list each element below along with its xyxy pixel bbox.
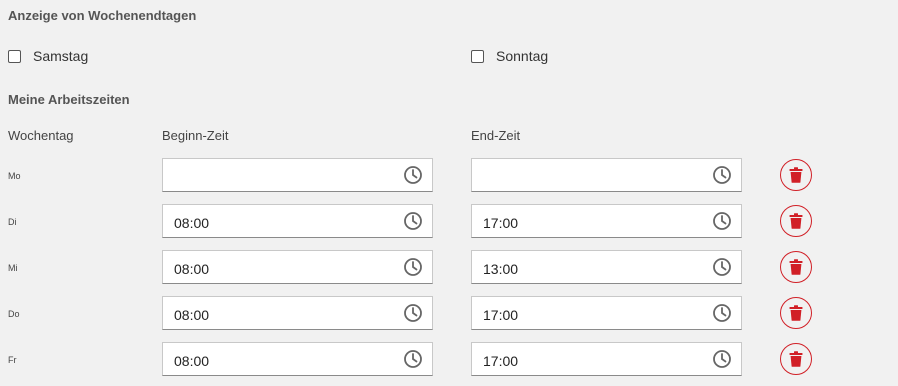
- end-time-value: 13:00: [483, 261, 519, 277]
- end-time-input[interactable]: 13:00: [471, 250, 742, 284]
- delete-row-button[interactable]: [780, 205, 812, 237]
- delete-row-button[interactable]: [780, 251, 812, 283]
- start-time-input[interactable]: 08:00: [162, 204, 433, 238]
- trash-icon: [789, 351, 803, 367]
- end-time-input[interactable]: [471, 158, 742, 192]
- clock-icon[interactable]: [712, 303, 732, 323]
- sunday-option[interactable]: Sonntag: [471, 48, 548, 64]
- weekday-label: Mo: [8, 171, 21, 181]
- saturday-option[interactable]: Samstag: [8, 48, 88, 64]
- start-time-input[interactable]: 08:00: [162, 342, 433, 376]
- day-row: Mo: [0, 158, 898, 192]
- weekday-column-header: Wochentag: [8, 128, 74, 143]
- trash-icon: [789, 167, 803, 183]
- sunday-label[interactable]: Sonntag: [496, 48, 548, 64]
- delete-row-button[interactable]: [780, 343, 812, 375]
- start-time-input[interactable]: 08:00: [162, 296, 433, 330]
- end-time-input[interactable]: 17:00: [471, 296, 742, 330]
- working-hours-title: Meine Arbeitszeiten: [8, 92, 130, 107]
- working-hours-settings: Anzeige von Wochenendtagen Samstag Sonnt…: [0, 0, 898, 386]
- trash-icon: [789, 213, 803, 229]
- end-time-input[interactable]: 17:00: [471, 342, 742, 376]
- start-time-column-header: Beginn-Zeit: [162, 128, 229, 143]
- delete-row-button[interactable]: [780, 159, 812, 191]
- end-time-column-header: End-Zeit: [471, 128, 521, 143]
- start-time-value: 08:00: [174, 353, 210, 369]
- end-time-value: 17:00: [483, 307, 519, 323]
- saturday-label[interactable]: Samstag: [33, 48, 88, 64]
- day-row: Fr 08:00 17:00: [0, 342, 898, 376]
- weekday-label: Fr: [8, 355, 17, 365]
- day-row: Do 08:00 17:00: [0, 296, 898, 330]
- start-time-input[interactable]: 08:00: [162, 250, 433, 284]
- start-time-input[interactable]: [162, 158, 433, 192]
- clock-icon[interactable]: [403, 303, 423, 323]
- delete-row-button[interactable]: [780, 297, 812, 329]
- end-time-input[interactable]: 17:00: [471, 204, 742, 238]
- weekday-label: Mi: [8, 263, 18, 273]
- trash-icon: [789, 305, 803, 321]
- clock-icon[interactable]: [403, 349, 423, 369]
- clock-icon[interactable]: [712, 349, 732, 369]
- clock-icon[interactable]: [712, 211, 732, 231]
- day-row: Di 08:00 17:00: [0, 204, 898, 238]
- start-time-value: 08:00: [174, 307, 210, 323]
- clock-icon[interactable]: [712, 165, 732, 185]
- saturday-checkbox[interactable]: [8, 49, 21, 63]
- clock-icon[interactable]: [403, 165, 423, 185]
- trash-icon: [789, 259, 803, 275]
- clock-icon[interactable]: [712, 257, 732, 277]
- clock-icon[interactable]: [403, 211, 423, 231]
- end-time-value: 17:00: [483, 215, 519, 231]
- end-time-value: 17:00: [483, 353, 519, 369]
- sunday-checkbox[interactable]: [471, 49, 484, 63]
- weekday-label: Do: [8, 309, 20, 319]
- clock-icon[interactable]: [403, 257, 423, 277]
- weekday-label: Di: [8, 217, 17, 227]
- start-time-value: 08:00: [174, 215, 210, 231]
- start-time-value: 08:00: [174, 261, 210, 277]
- day-row: Mi 08:00 13:00: [0, 250, 898, 284]
- weekend-section-title: Anzeige von Wochenendtagen: [8, 8, 197, 23]
